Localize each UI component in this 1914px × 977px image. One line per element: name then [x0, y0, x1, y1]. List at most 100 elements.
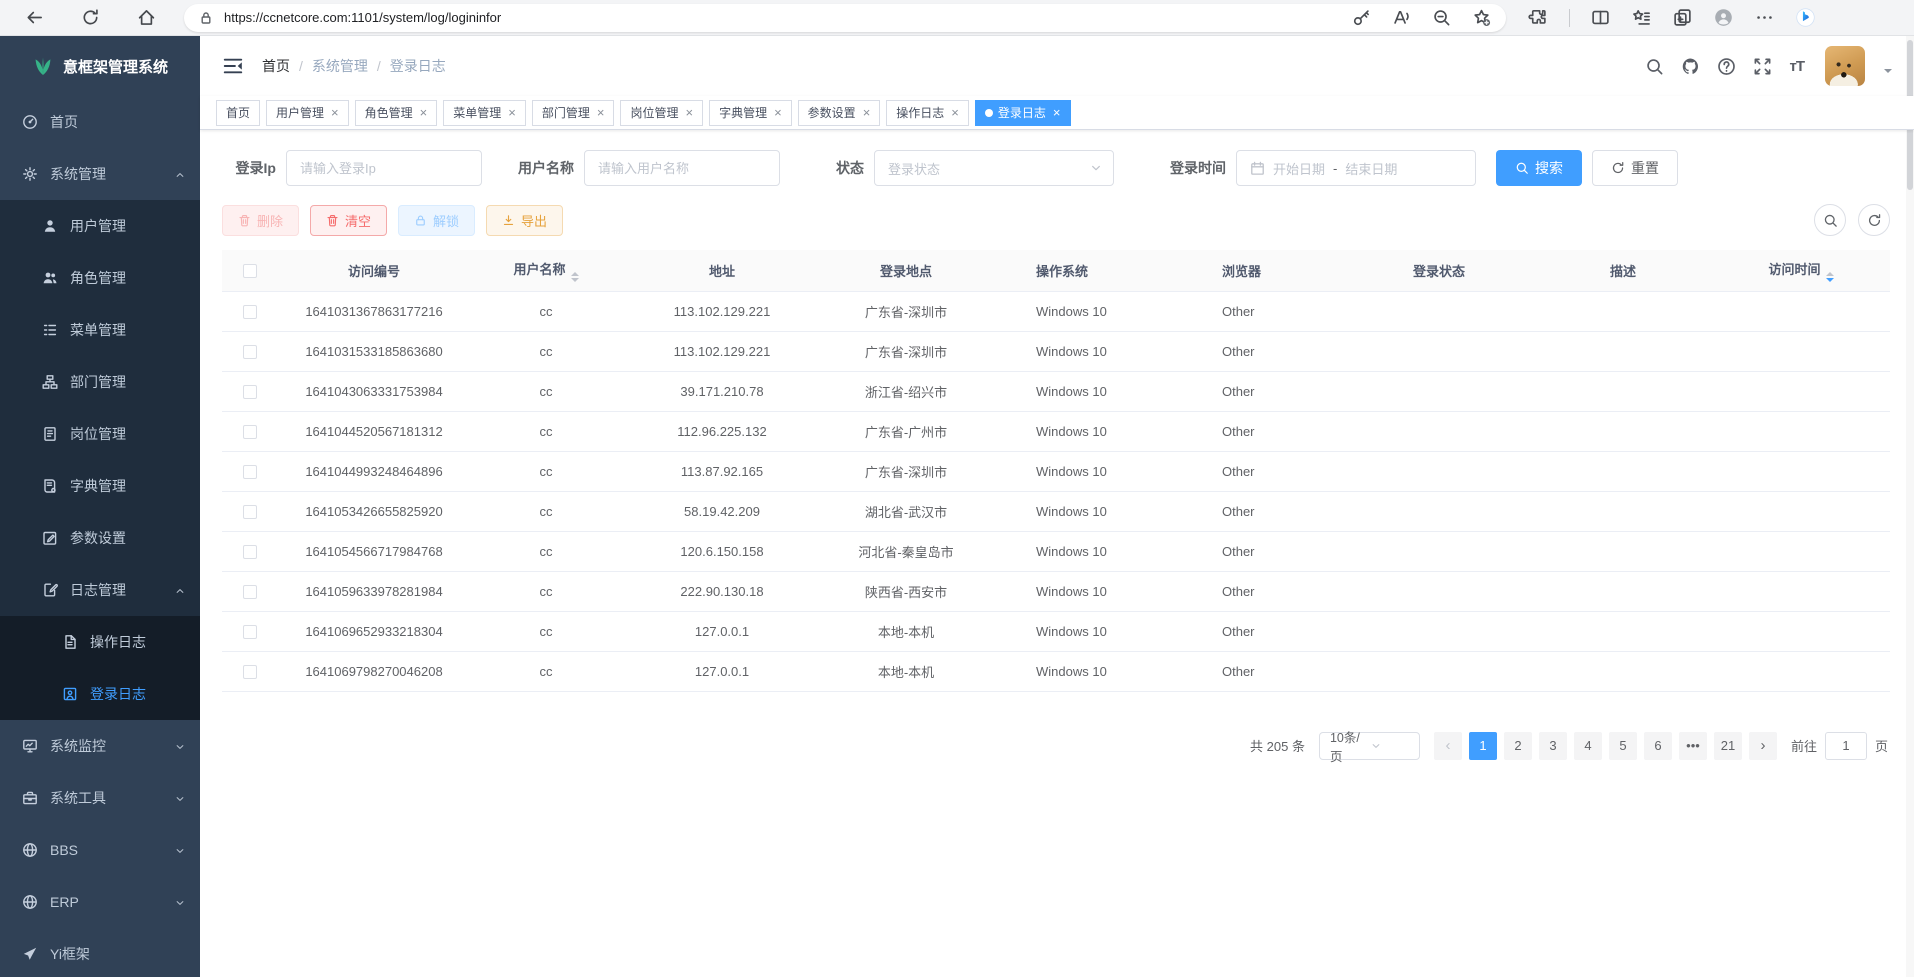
- favorites-bar-icon[interactable]: [1632, 8, 1652, 28]
- header-search-icon[interactable]: [1645, 57, 1664, 76]
- page-size-select[interactable]: 10条/页: [1319, 732, 1420, 760]
- avatar-caret-icon[interactable]: [1884, 69, 1892, 77]
- sidebar-item-home[interactable]: 首页: [0, 96, 200, 148]
- tab-post-management[interactable]: 岗位管理×: [620, 100, 703, 126]
- sidebar-item-system-management[interactable]: 系统管理: [0, 148, 200, 200]
- tab-role-management[interactable]: 角色管理×: [355, 100, 438, 126]
- help-icon[interactable]: [1717, 57, 1736, 76]
- sidebar-item-menu-management[interactable]: 菜单管理: [0, 304, 200, 356]
- row-checkbox[interactable]: [243, 345, 257, 359]
- search-button[interactable]: 搜索: [1496, 150, 1582, 186]
- row-checkbox[interactable]: [243, 545, 257, 559]
- row-checkbox[interactable]: [243, 385, 257, 399]
- fullscreen-icon[interactable]: [1753, 57, 1772, 76]
- sidebar-item-dept-management[interactable]: 部门管理: [0, 356, 200, 408]
- collapse-menu-icon[interactable]: [222, 55, 244, 77]
- read-aloud-icon[interactable]: [1392, 8, 1412, 28]
- sidebar-item-erp[interactable]: ERP: [0, 876, 200, 928]
- scrollbar[interactable]: [1906, 36, 1914, 977]
- unlock-button[interactable]: 解锁: [398, 205, 475, 236]
- tab-param-settings[interactable]: 参数设置×: [798, 100, 881, 126]
- export-button[interactable]: 导出: [486, 205, 563, 236]
- clear-button[interactable]: 清空: [310, 205, 387, 236]
- password-key-icon[interactable]: [1352, 8, 1372, 28]
- tab-close-icon[interactable]: ×: [597, 105, 605, 120]
- tab-operation-log[interactable]: 操作日志×: [886, 100, 969, 126]
- tab-close-icon[interactable]: ×: [951, 105, 959, 120]
- reset-button[interactable]: 重置: [1592, 150, 1678, 186]
- login-ip-input[interactable]: [286, 150, 482, 186]
- page-button-5[interactable]: 5: [1609, 732, 1637, 760]
- tab-dict-management[interactable]: 字典管理×: [709, 100, 792, 126]
- collections-icon[interactable]: [1673, 8, 1693, 28]
- home-icon[interactable]: [134, 6, 158, 30]
- page-button-3[interactable]: 3: [1539, 732, 1567, 760]
- extensions-icon[interactable]: [1528, 8, 1548, 28]
- tab-close-icon[interactable]: ×: [685, 105, 693, 120]
- page-button-1[interactable]: 1: [1469, 732, 1497, 760]
- tab-dept-management[interactable]: 部门管理×: [532, 100, 615, 126]
- sort-caret-icon[interactable]: [571, 272, 579, 282]
- zoom-out-icon[interactable]: [1432, 8, 1452, 28]
- tab-close-icon[interactable]: ×: [331, 105, 339, 120]
- tab-user-management[interactable]: 用户管理×: [266, 100, 349, 126]
- more-menu-icon[interactable]: [1755, 8, 1775, 28]
- sort-caret-icon[interactable]: [1826, 272, 1834, 282]
- date-range-picker[interactable]: 开始日期 - 结束日期: [1236, 150, 1476, 186]
- status-select[interactable]: 登录状态: [874, 150, 1114, 186]
- tab-close-icon[interactable]: ×: [774, 105, 782, 120]
- favorite-star-icon[interactable]: [1472, 8, 1492, 28]
- page-button-6[interactable]: 6: [1644, 732, 1672, 760]
- select-all-checkbox[interactable]: [243, 264, 257, 278]
- row-checkbox[interactable]: [243, 425, 257, 439]
- sidebar-item-post-management[interactable]: 岗位管理: [0, 408, 200, 460]
- tab-menu-management[interactable]: 菜单管理×: [443, 100, 526, 126]
- sidebar-item-system-tools[interactable]: 系统工具: [0, 772, 200, 824]
- row-checkbox[interactable]: [243, 625, 257, 639]
- bing-copilot-icon[interactable]: [1796, 8, 1816, 28]
- tab-home[interactable]: 首页: [216, 100, 260, 126]
- breadcrumb-item[interactable]: 首页: [262, 56, 290, 76]
- address-bar[interactable]: https://ccnetcore.com:1101/system/log/lo…: [184, 4, 1506, 32]
- sidebar-item-dict-management[interactable]: 字典管理: [0, 460, 200, 512]
- url-text[interactable]: https://ccnetcore.com:1101/system/log/lo…: [224, 10, 1352, 25]
- row-checkbox[interactable]: [243, 585, 257, 599]
- tab-close-icon[interactable]: ×: [1053, 105, 1061, 120]
- tab-close-icon[interactable]: ×: [420, 105, 428, 120]
- tab-login-log[interactable]: 登录日志×: [975, 100, 1071, 126]
- table-search-toggle-button[interactable]: [1814, 204, 1846, 236]
- user-name-input[interactable]: [584, 150, 780, 186]
- sidebar-item-operation-log[interactable]: 操作日志: [0, 616, 200, 668]
- page-button-2[interactable]: 2: [1504, 732, 1532, 760]
- row-checkbox[interactable]: [243, 505, 257, 519]
- refresh-icon[interactable]: [78, 6, 102, 30]
- sidebar-item-yi-framework[interactable]: Yi框架: [0, 928, 200, 977]
- sidebar-item-param-settings[interactable]: 参数设置: [0, 512, 200, 564]
- sidebar-item-role-management[interactable]: 角色管理: [0, 252, 200, 304]
- sidebar-item-login-log[interactable]: 登录日志: [0, 668, 200, 720]
- table-header-col-user-name[interactable]: 用户名称: [470, 250, 622, 291]
- table-refresh-button[interactable]: [1858, 204, 1890, 236]
- table-header-col-visit-time[interactable]: 访问时间: [1712, 250, 1890, 291]
- back-icon[interactable]: [22, 6, 46, 30]
- page-button-4[interactable]: 4: [1574, 732, 1602, 760]
- goto-page-input[interactable]: [1825, 732, 1867, 760]
- more-pages-button[interactable]: •••: [1679, 732, 1707, 760]
- next-page-button[interactable]: ›: [1749, 732, 1777, 760]
- page-button-21[interactable]: 21: [1714, 732, 1742, 760]
- user-avatar[interactable]: [1825, 46, 1865, 86]
- sidebar-item-bbs[interactable]: BBS: [0, 824, 200, 876]
- row-checkbox[interactable]: [243, 305, 257, 319]
- sidebar-item-system-monitor[interactable]: 系统监控: [0, 720, 200, 772]
- delete-button[interactable]: 删除: [222, 205, 299, 236]
- split-screen-icon[interactable]: [1591, 8, 1611, 28]
- tab-close-icon[interactable]: ×: [508, 105, 516, 120]
- github-icon[interactable]: [1681, 57, 1700, 76]
- tab-close-icon[interactable]: ×: [863, 105, 871, 120]
- profile-icon[interactable]: [1714, 8, 1734, 28]
- prev-page-button[interactable]: ‹: [1434, 732, 1462, 760]
- font-size-icon[interactable]: тT: [1789, 58, 1804, 75]
- sidebar-item-log-management[interactable]: 日志管理: [0, 564, 200, 616]
- row-checkbox[interactable]: [243, 465, 257, 479]
- sidebar-item-user-management[interactable]: 用户管理: [0, 200, 200, 252]
